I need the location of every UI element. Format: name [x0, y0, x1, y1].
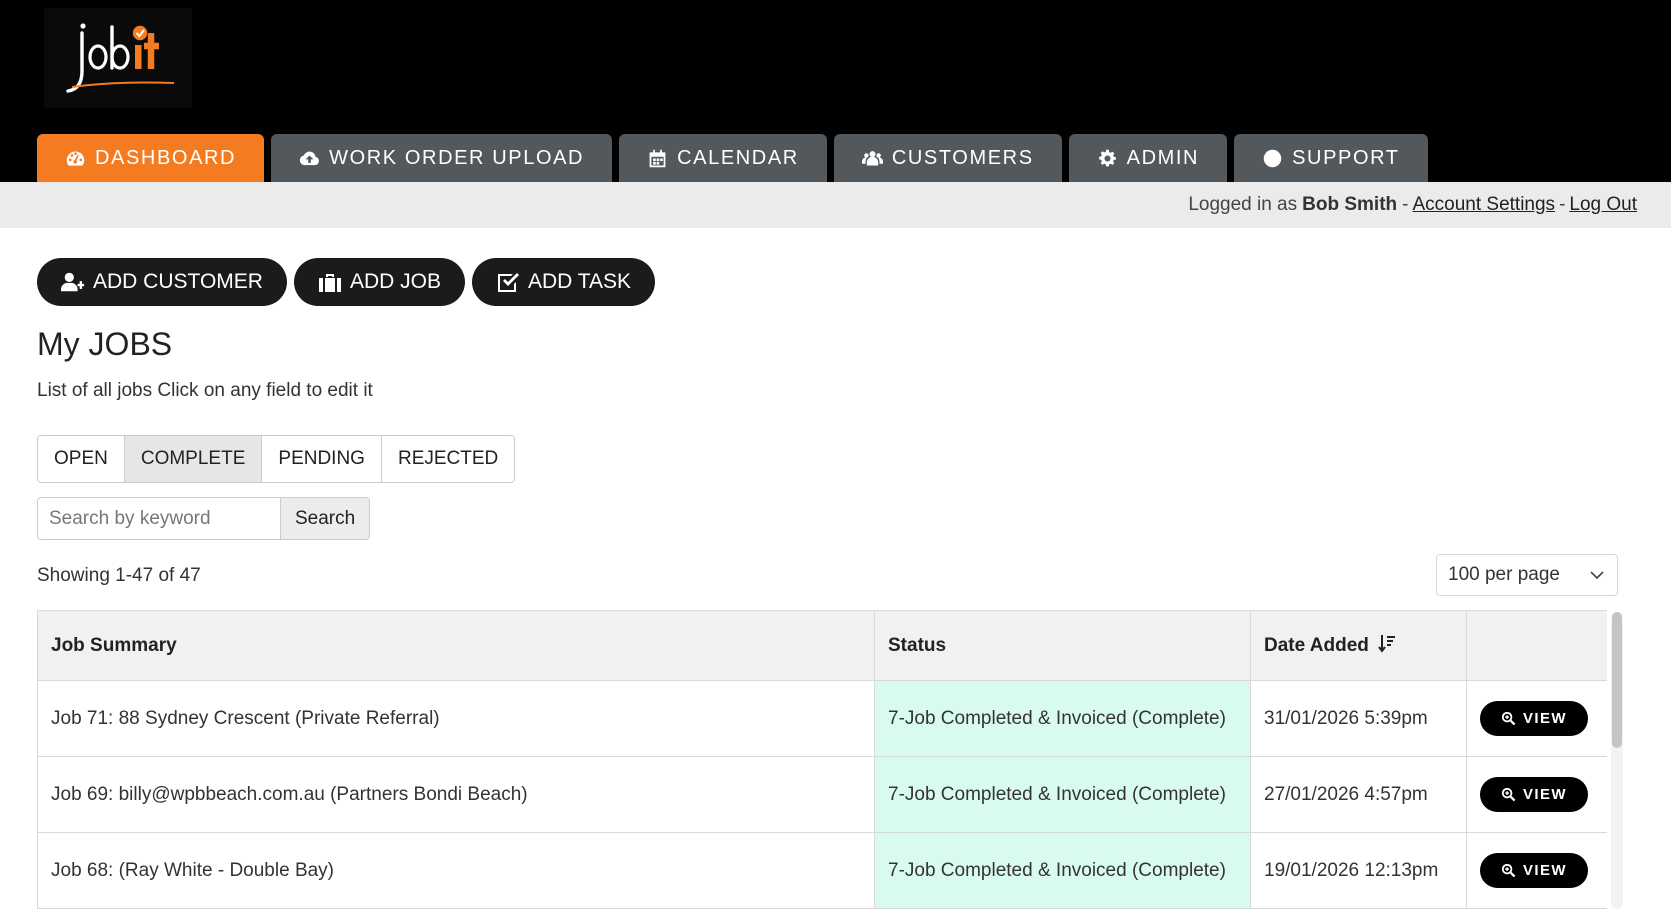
tab-support[interactable]: SUPPORT [1234, 134, 1428, 182]
dashboard-icon [66, 151, 85, 166]
top-header: DASHBOARD WORK ORDER UPLOAD CALENDAR CUS… [0, 0, 1671, 182]
userbar-separator: - [1559, 194, 1566, 215]
filter-rejected[interactable]: REJECTED [381, 436, 515, 482]
user-plus-icon [61, 272, 85, 292]
tab-dashboard-label: DASHBOARD [95, 146, 237, 169]
tab-customers[interactable]: CUSTOMERS [833, 134, 1062, 182]
add-job-label: ADD JOB [349, 270, 441, 293]
sort-desc-icon [1378, 635, 1396, 653]
add-task-label: ADD TASK [527, 270, 632, 293]
cell-date-added[interactable]: 19/01/2026 12:13pm [1250, 832, 1467, 909]
header-status[interactable]: Status [874, 610, 1251, 681]
tab-calendar[interactable]: CALENDAR [619, 134, 827, 182]
tab-calendar-label: CALENDAR [677, 146, 799, 169]
cell-status[interactable]: 7-Job Completed & Invoiced (Complete) [874, 756, 1251, 833]
header-date-added-label: Date Added [1264, 635, 1369, 656]
view-button[interactable]: VIEW [1480, 701, 1588, 736]
users-icon [861, 150, 883, 165]
table-row[interactable]: Job 68: (Ray White - Double Bay) 7-Job C… [37, 832, 1607, 909]
page-title: My JOBS [37, 326, 173, 362]
view-button-label: VIEW [1523, 786, 1567, 803]
main-nav: DASHBOARD WORK ORDER UPLOAD CALENDAR CUS… [37, 134, 1428, 182]
cell-job-summary[interactable]: Job 69: billy@wpbbeach.com.au (Partners … [37, 756, 875, 833]
cell-job-summary[interactable]: Job 68: (Ray White - Double Bay) [37, 832, 875, 909]
add-task-button[interactable]: ADD TASK [471, 258, 656, 306]
tab-admin[interactable]: ADMIN [1068, 134, 1228, 182]
cell-job-summary[interactable]: Job 71: 88 Sydney Crescent (Private Refe… [37, 680, 875, 757]
logged-in-prefix: Logged in as [1188, 194, 1298, 215]
table-header-row: Job Summary Status Date Added [37, 610, 1607, 681]
filter-pending[interactable]: PENDING [262, 436, 382, 482]
user-name: Bob Smith [1302, 194, 1398, 215]
add-customer-button[interactable]: ADD CUSTOMER [37, 258, 287, 306]
zoom-icon [1501, 863, 1516, 878]
add-job-button[interactable]: ADD JOB [293, 258, 465, 306]
per-page-value: 100 per page [1448, 564, 1560, 585]
account-settings-link[interactable]: Account Settings [1412, 194, 1555, 216]
tab-work-order-upload[interactable]: WORK ORDER UPLOAD [271, 134, 613, 182]
view-button-label: VIEW [1523, 710, 1567, 727]
table-row[interactable]: Job 71: 88 Sydney Crescent (Private Refe… [37, 680, 1607, 757]
tab-customers-label: CUSTOMERS [891, 146, 1034, 169]
gear-icon [1098, 149, 1116, 166]
results-count: Showing 1-47 of 47 [37, 565, 201, 586]
logout-link[interactable]: Log Out [1569, 194, 1637, 216]
table-scrollbar[interactable] [1611, 612, 1623, 909]
view-button-label: VIEW [1523, 862, 1567, 879]
view-button[interactable]: VIEW [1480, 853, 1588, 888]
logo-mark [66, 23, 175, 93]
search-input[interactable] [37, 497, 280, 540]
cell-status[interactable]: 7-Job Completed & Invoiced (Complete) [874, 832, 1251, 909]
userbar-separator: - [1402, 194, 1409, 215]
header-job-summary[interactable]: Job Summary [37, 610, 875, 681]
cell-date-added[interactable]: 27/01/2026 4:57pm [1250, 756, 1467, 833]
zoom-icon [1501, 787, 1516, 802]
zoom-icon [1501, 711, 1516, 726]
cell-action: VIEW [1466, 832, 1607, 909]
search-bar: Search [37, 497, 371, 540]
jobit-logo[interactable] [44, 8, 192, 108]
header-action [1466, 610, 1607, 681]
lifebuoy-icon [1263, 149, 1282, 167]
cell-action: VIEW [1466, 756, 1607, 833]
chevron-down-icon [1590, 571, 1604, 580]
status-filter-tabs: OPEN COMPLETE PENDING REJECTED [37, 435, 516, 483]
briefcase-icon [318, 274, 341, 292]
cloud-upload-icon [299, 151, 320, 165]
tab-support-label: SUPPORT [1292, 146, 1400, 169]
tab-work-order-upload-label: WORK ORDER UPLOAD [329, 146, 585, 169]
cell-action: VIEW [1466, 680, 1607, 757]
jobs-table: Job Summary Status Date Added Job 71: 88… [37, 610, 1607, 909]
tab-dashboard[interactable]: DASHBOARD [37, 134, 265, 182]
per-page-select[interactable]: 100 per page [1436, 554, 1618, 596]
view-button[interactable]: VIEW [1480, 777, 1588, 812]
add-customer-label: ADD CUSTOMER [93, 270, 263, 293]
check-square-icon [497, 273, 519, 292]
action-buttons: ADD CUSTOMER ADD JOB ADD TASK [37, 258, 656, 306]
tab-admin-label: ADMIN [1126, 146, 1200, 169]
user-bar: Logged in as Bob Smith - Account Setting… [0, 182, 1671, 228]
scrollbar-thumb[interactable] [1612, 612, 1622, 748]
search-button[interactable]: Search [280, 497, 371, 540]
filter-open[interactable]: OPEN [38, 436, 125, 482]
jobs-table-container: Job Summary Status Date Added Job 71: 88… [37, 610, 1607, 909]
cell-status[interactable]: 7-Job Completed & Invoiced (Complete) [874, 680, 1251, 757]
calendar-icon [649, 149, 666, 167]
page-subtitle: List of all jobs Click on any field to e… [37, 380, 373, 401]
header-date-added[interactable]: Date Added [1250, 610, 1467, 681]
filter-complete[interactable]: COMPLETE [124, 436, 263, 482]
cell-date-added[interactable]: 31/01/2026 5:39pm [1250, 680, 1467, 757]
table-row[interactable]: Job 69: billy@wpbbeach.com.au (Partners … [37, 756, 1607, 833]
